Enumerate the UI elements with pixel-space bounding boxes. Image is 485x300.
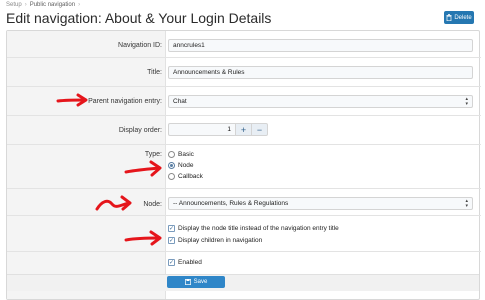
delete-button[interactable]: Delete	[444, 11, 474, 24]
display-order-label: Display order:	[118, 127, 162, 134]
select-arrows-icon: ▴ ▾	[465, 197, 468, 209]
radio-node[interactable]	[168, 162, 175, 169]
navigation-id-label: Navigation ID:	[118, 42, 162, 49]
annotation-arrow-node	[95, 195, 132, 211]
checkbox-enabled-label: Enabled	[178, 259, 202, 266]
annotation-arrow-children	[124, 230, 162, 246]
checkbox-display-children-box[interactable]: ✓	[168, 237, 175, 244]
parent-navigation-value: Chat	[173, 98, 187, 105]
type-option-basic[interactable]: Basic	[168, 151, 194, 158]
navigation-id-input[interactable]: anncrules1	[168, 39, 473, 52]
decrement-button[interactable]: −	[252, 123, 268, 136]
select-arrows-icon: ▴ ▾	[465, 95, 468, 107]
divider	[7, 251, 481, 252]
annotation-arrow-type	[124, 160, 162, 177]
save-button[interactable]: Save	[167, 276, 225, 288]
increment-button[interactable]: +	[236, 123, 252, 136]
edit-form: Navigation ID: anncrules1 Title: Announc…	[6, 30, 481, 300]
delete-label: Delete	[454, 14, 472, 21]
checkbox-node-title[interactable]: ✓ Display the node title instead of the …	[168, 225, 339, 232]
divider	[7, 188, 481, 189]
breadcrumb-public-navigation[interactable]: Public navigation	[30, 2, 75, 8]
breadcrumb: Setup › Public navigation ›	[6, 2, 80, 8]
display-order-input[interactable]: 1	[168, 123, 236, 136]
checkbox-display-children-label: Display children in navigation	[178, 237, 263, 244]
breadcrumb-separator: ›	[24, 2, 27, 8]
type-label: Type:	[144, 151, 162, 158]
display-order-stepper: 1 + −	[168, 123, 268, 136]
radio-basic[interactable]	[168, 151, 175, 158]
node-label: Node:	[143, 201, 162, 208]
checkbox-enabled-box[interactable]: ✓	[168, 259, 175, 266]
divider	[7, 86, 481, 87]
divider	[7, 144, 481, 145]
node-value: -- Announcements, Rules & Regulations	[173, 200, 289, 207]
radio-callback[interactable]	[168, 173, 175, 180]
checkbox-node-title-label: Display the node title instead of the na…	[178, 225, 339, 232]
save-label: Save	[193, 279, 208, 285]
type-option-basic-label: Basic	[178, 151, 194, 158]
type-option-callback[interactable]: Callback	[168, 173, 203, 180]
breadcrumb-setup[interactable]: Setup	[6, 2, 22, 8]
save-icon	[184, 279, 191, 285]
checkbox-node-title-box[interactable]: ✓	[168, 225, 175, 232]
breadcrumb-separator: ›	[78, 2, 81, 8]
title-input[interactable]: Announcements & Rules	[168, 66, 473, 79]
type-option-node[interactable]: Node	[168, 162, 194, 169]
trash-icon	[446, 14, 452, 21]
parent-navigation-label: Parent navigation entry:	[88, 98, 162, 105]
divider	[7, 215, 481, 216]
divider	[7, 115, 481, 116]
title-label: Title:	[147, 69, 162, 76]
parent-navigation-select[interactable]: Chat ▴ ▾	[168, 95, 473, 108]
checkbox-display-children[interactable]: ✓ Display children in navigation	[168, 237, 262, 244]
checkbox-enabled[interactable]: ✓ Enabled	[168, 259, 202, 266]
form-footer	[7, 274, 479, 291]
annotation-arrow-parent	[56, 93, 88, 107]
page-title: Edit navigation: About & Your Login Deta…	[6, 10, 272, 26]
node-select[interactable]: -- Announcements, Rules & Regulations ▴ ▾	[168, 197, 473, 210]
type-option-node-label: Node	[178, 162, 194, 169]
divider	[7, 57, 481, 58]
type-option-callback-label: Callback	[178, 173, 203, 180]
